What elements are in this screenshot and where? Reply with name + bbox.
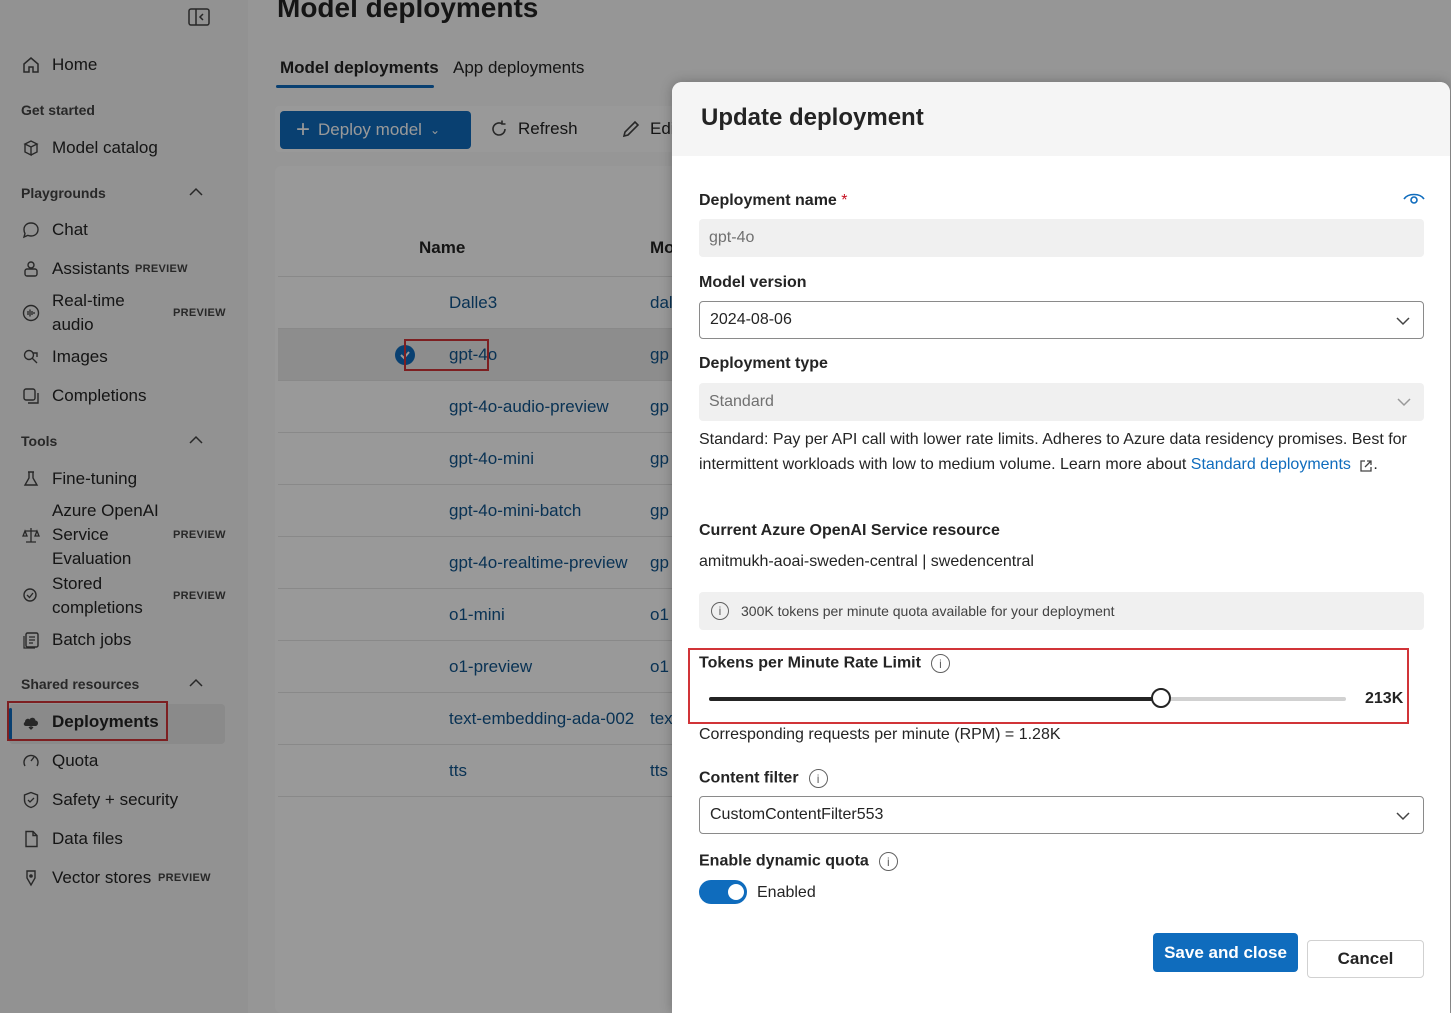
content-filter-label: Content filter i: [699, 769, 828, 788]
chevron-down-icon: [1396, 812, 1410, 821]
deployment-name-value: gpt-4o: [709, 229, 755, 246]
toggle-knob: [728, 884, 744, 900]
deployment-type-select: Standard: [699, 383, 1424, 421]
save-and-close-button[interactable]: Save and close: [1153, 933, 1298, 972]
description-end: .: [1373, 455, 1378, 473]
rpm-text: Corresponding requests per minute (RPM) …: [699, 726, 1061, 743]
external-link-icon: [1359, 457, 1373, 472]
highlight-box-tpm: [688, 648, 1409, 724]
dynamic-quota-state: Enabled: [757, 884, 816, 901]
deployment-type-label: Deployment type: [699, 355, 828, 372]
quota-info-bar: i 300K tokens per minute quota available…: [699, 592, 1424, 630]
required-mark: *: [841, 192, 848, 209]
deployment-name-label: Deployment name *: [699, 192, 848, 210]
info-icon[interactable]: i: [808, 769, 828, 788]
info-icon: i: [711, 602, 729, 620]
info-icon[interactable]: i: [878, 852, 898, 871]
deployment-type-description: Standard: Pay per API call with lower ra…: [699, 428, 1424, 477]
resource-value: amitmukh-aoai-sweden-central | swedencen…: [699, 553, 1034, 570]
dynamic-quota-label: Enable dynamic quota i: [699, 852, 898, 871]
eye-icon[interactable]: [1403, 192, 1425, 206]
deployment-name-label-text: Deployment name: [699, 192, 837, 209]
content-filter-select[interactable]: CustomContentFilter553: [699, 796, 1424, 834]
content-filter-label-text: Content filter: [699, 769, 799, 787]
model-version-select[interactable]: 2024-08-06: [699, 301, 1424, 339]
update-deployment-panel: Update deployment Deployment name * gpt-…: [672, 82, 1450, 1013]
chevron-down-icon: [1396, 317, 1410, 326]
resource-label: Current Azure OpenAI Service resource: [699, 522, 1000, 539]
model-version-label: Model version: [699, 274, 807, 291]
deployment-type-value: Standard: [709, 393, 774, 410]
quota-info-text: 300K tokens per minute quota available f…: [741, 603, 1115, 619]
deployment-name-field: gpt-4o: [699, 219, 1424, 257]
dynamic-quota-label-text: Enable dynamic quota: [699, 852, 869, 870]
standard-deployments-link[interactable]: Standard deployments: [1191, 456, 1351, 473]
model-version-value: 2024-08-06: [710, 311, 792, 328]
dynamic-quota-toggle[interactable]: [699, 880, 747, 904]
chevron-down-icon: [1397, 398, 1411, 407]
cancel-button[interactable]: Cancel: [1307, 940, 1424, 978]
content-filter-value: CustomContentFilter553: [710, 806, 884, 823]
panel-title: Update deployment: [701, 104, 924, 131]
